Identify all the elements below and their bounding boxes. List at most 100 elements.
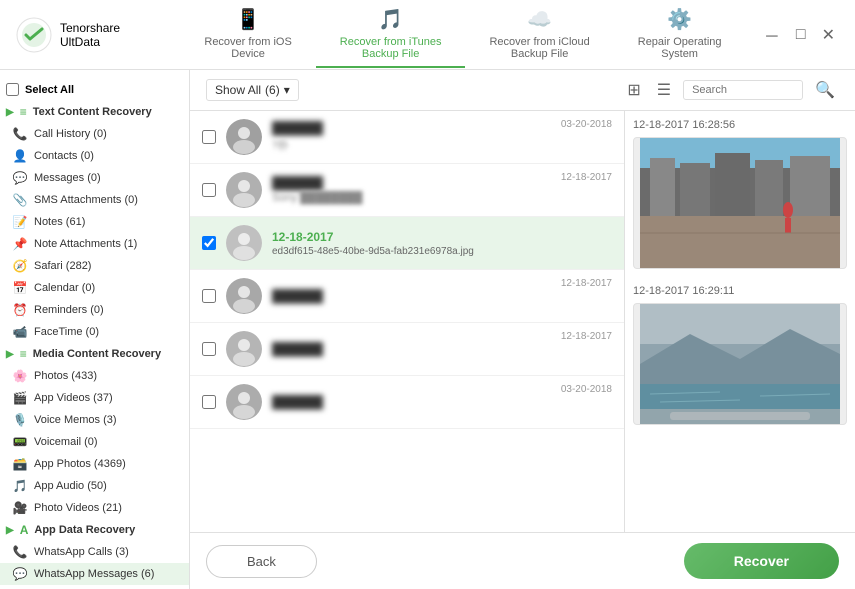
msg-checkbox-2[interactable]: [202, 183, 216, 197]
sidebar-item-photos[interactable]: 🌸Photos (433): [0, 365, 189, 387]
sidebar-item-app-audio[interactable]: 🎵App Audio (50): [0, 475, 189, 497]
app-logo: [16, 17, 52, 53]
sidebar-item-voice-memos[interactable]: 🎙️Voice Memos (3): [0, 409, 189, 431]
minimize-button[interactable]: －: [760, 21, 784, 49]
logo-area: Tenorshare UltData: [16, 17, 166, 53]
section-media-label: Media Content Recovery: [33, 348, 161, 360]
message-item[interactable]: ██████ Sony ████████ 12-18-2017: [190, 164, 624, 217]
msg-checkbox-4[interactable]: [202, 289, 216, 303]
app-expand-icon: ▶: [6, 525, 14, 536]
call-history-icon: 📞: [12, 126, 28, 142]
select-all-item[interactable]: Select All: [0, 78, 189, 101]
msg-checkbox-3[interactable]: [202, 236, 216, 250]
app-videos-label: App Videos (37): [34, 392, 113, 404]
message-item[interactable]: 12-18-2017 ed3df615-48e5-40be-9d5a-fab23…: [190, 217, 624, 270]
wa-msg-label: WhatsApp Messages (6): [34, 568, 154, 580]
sidebar-item-whatsapp-calls[interactable]: 📞WhatsApp Calls (3): [0, 541, 189, 563]
tab-icloud[interactable]: ☁️ Recover from iCloud Backup File: [465, 1, 613, 68]
sidebar-item-note-attachments[interactable]: 📌Note Attachments (1): [0, 233, 189, 255]
app-videos-icon: 🎬: [12, 390, 28, 406]
call-history-label: Call History (0): [34, 128, 107, 140]
sidebar-item-facetime[interactable]: 📹FaceTime (0): [0, 321, 189, 343]
sidebar-item-voicemail[interactable]: 📟Voicemail (0): [0, 431, 189, 453]
section-text-content[interactable]: ▶ ≡ Text Content Recovery: [0, 101, 189, 123]
wa-msg-icon: 💬: [12, 566, 28, 582]
section-text-label: Text Content Recovery: [33, 106, 152, 118]
section-app-label: App Data Recovery: [34, 524, 135, 536]
back-button[interactable]: Back: [206, 545, 317, 578]
maximize-button[interactable]: □: [792, 24, 810, 46]
sidebar-item-messages[interactable]: 💬Messages (0): [0, 167, 189, 189]
sidebar-item-calendar[interactable]: 📅Calendar (0): [0, 277, 189, 299]
note-attach-label: Note Attachments (1): [34, 238, 137, 250]
msg-avatar-4: [226, 278, 262, 314]
messages-icon: 💬: [12, 170, 28, 186]
wa-calls-label: WhatsApp Calls (3): [34, 546, 129, 558]
reminders-label: Reminders (0): [34, 304, 104, 316]
voicemail-icon: 📟: [12, 434, 28, 450]
product-name: UltData: [60, 35, 120, 49]
recover-button[interactable]: Recover: [684, 543, 839, 579]
notes-icon: 📝: [12, 214, 28, 230]
preview-panel: 12-18-2017 16:28:56: [625, 111, 855, 532]
show-all-label: Show All: [215, 83, 261, 97]
sidebar-item-safari[interactable]: 🧭Safari (282): [0, 255, 189, 277]
search-input[interactable]: [683, 80, 803, 100]
sidebar-item-call-history[interactable]: 📞 Call History (0): [0, 123, 189, 145]
msg-checkbox-1[interactable]: [202, 130, 216, 144]
preview-image-2: [633, 303, 847, 425]
media-section-icon: ≡: [20, 347, 27, 361]
tab-itunes[interactable]: 🎵 Recover from iTunes Backup File: [316, 1, 466, 68]
sidebar-item-whatsapp-messages[interactable]: 💬 WhatsApp Messages (6): [0, 563, 189, 585]
tab-repair-label: Repair Operating System: [638, 36, 722, 60]
contacts-label: Contacts (0): [34, 150, 94, 162]
msg-name-5: ██████: [272, 342, 551, 356]
msg-checkbox-5[interactable]: [202, 342, 216, 356]
preview-group-2: 12-18-2017 16:29:11: [633, 285, 847, 425]
close-button[interactable]: ✕: [818, 23, 839, 47]
message-item[interactable]: ██████ 03-20-2018: [190, 376, 624, 429]
msg-avatar-2: [226, 172, 262, 208]
tab-repair[interactable]: ⚙️ Repair Operating System: [614, 1, 746, 68]
voice-memos-icon: 🎙️: [12, 412, 28, 428]
sidebar-item-whatsapp-attachments[interactable]: 📎WhatsApp Attachments (8): [0, 585, 189, 589]
msg-date-1: 03-20-2018: [561, 119, 612, 130]
tab-ios[interactable]: 📱 Recover from iOS Device: [180, 1, 315, 68]
repair-icon: ⚙️: [667, 7, 692, 32]
msg-body-3: 12-18-2017 ed3df615-48e5-40be-9d5a-fab23…: [272, 230, 602, 257]
sidebar-item-notes[interactable]: 📝Notes (61): [0, 211, 189, 233]
message-list: ██████ ?扑 03-20-2018 ██████ Sony ███████…: [190, 111, 625, 532]
msg-date-6: 03-20-2018: [561, 384, 612, 395]
sidebar-item-sms-attachments[interactable]: 📎SMS Attachments (0): [0, 189, 189, 211]
tab-itunes-label: Recover from iTunes Backup File: [340, 36, 442, 60]
reminders-icon: ⏰: [12, 302, 28, 318]
list-view-button[interactable]: ☰: [653, 78, 675, 102]
search-button[interactable]: 🔍: [811, 78, 839, 102]
grid-view-button[interactable]: ⊞: [623, 78, 644, 102]
select-all-label: Select All: [25, 84, 74, 96]
show-all-button[interactable]: Show All (6) ▾: [206, 79, 299, 101]
message-item[interactable]: ██████ ?扑 03-20-2018: [190, 111, 624, 164]
section-app-data[interactable]: ▶ A App Data Recovery: [0, 519, 189, 541]
content-toolbar: Show All (6) ▾ ⊞ ☰ 🔍: [190, 70, 855, 111]
msg-name-3: 12-18-2017: [272, 230, 602, 244]
msg-body-5: ██████: [272, 342, 551, 356]
msg-avatar-6: [226, 384, 262, 420]
msg-date-2: 12-18-2017: [561, 172, 612, 183]
facetime-label: FaceTime (0): [34, 326, 99, 338]
message-item[interactable]: ██████ 12-18-2017: [190, 270, 624, 323]
sidebar-item-contacts[interactable]: 👤Contacts (0): [0, 145, 189, 167]
preview-timestamp-1: 12-18-2017 16:28:56: [633, 119, 847, 131]
select-all-checkbox[interactable]: [6, 83, 19, 96]
sidebar-item-photo-videos[interactable]: 🎥Photo Videos (21): [0, 497, 189, 519]
sidebar-item-app-videos[interactable]: 🎬 App Videos (37): [0, 387, 189, 409]
tab-icloud-label: Recover from iCloud Backup File: [489, 36, 589, 60]
sidebar-item-reminders[interactable]: ⏰ Reminders (0): [0, 299, 189, 321]
message-item[interactable]: ██████ 12-18-2017: [190, 323, 624, 376]
photos-label: Photos (433): [34, 370, 97, 382]
msg-checkbox-6[interactable]: [202, 395, 216, 409]
sidebar-item-app-photos[interactable]: 🗃️App Photos (4369): [0, 453, 189, 475]
msg-avatar-3: [226, 225, 262, 261]
message-count: (6): [265, 83, 280, 97]
section-media-content[interactable]: ▶ ≡ Media Content Recovery: [0, 343, 189, 365]
